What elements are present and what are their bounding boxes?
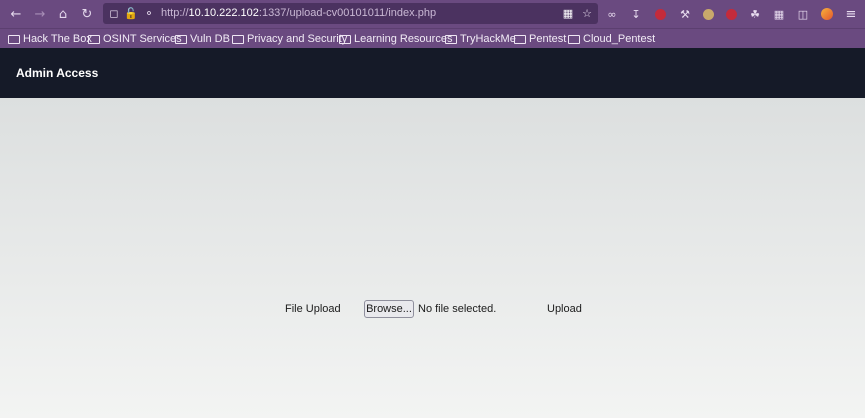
bookmark-hack-the-box[interactable]: Hack The Box bbox=[8, 29, 92, 49]
address-bar[interactable]: ◻ 🔓 ⚬ http://10.10.222.102:1337/upload-c… bbox=[103, 3, 598, 24]
reload-icon[interactable]: ↻ bbox=[77, 4, 97, 24]
download-icon[interactable]: ↧ bbox=[627, 5, 645, 23]
folder-icon bbox=[88, 34, 100, 44]
url-host: 10.10.222.102 bbox=[188, 7, 259, 19]
mask-icon[interactable]: ∞ bbox=[603, 5, 621, 23]
no-file-selected-text: No file selected. bbox=[418, 303, 497, 315]
shield-icon[interactable]: ◻ bbox=[107, 5, 121, 22]
wrench-icon[interactable]: ⚒ bbox=[676, 5, 694, 23]
folder-icon bbox=[514, 34, 526, 44]
browser-toolbar: ← → ⌂ ↻ ◻ 🔓 ⚬ http://10.10.222.102:1337/… bbox=[0, 0, 865, 28]
puzzle-icon[interactable]: ◫ bbox=[794, 5, 812, 23]
lock-icon[interactable]: 🔓 bbox=[124, 5, 138, 22]
extension-icon[interactable] bbox=[699, 5, 717, 23]
bookmark-cloud-pentest[interactable]: Cloud_Pentest bbox=[568, 29, 655, 49]
app-header: Admin Access bbox=[0, 48, 865, 98]
bookmark-vuln-db[interactable]: Vuln DB bbox=[175, 29, 230, 49]
folder-icon bbox=[232, 34, 244, 44]
bookmarks-bar: Hack The Box OSINT Services Vuln DB Priv… bbox=[0, 28, 865, 49]
file-upload-label: File Upload bbox=[285, 303, 341, 315]
bookmark-label: TryHackMe bbox=[460, 33, 516, 45]
url-text[interactable]: http://10.10.222.102:1337/upload-cv00101… bbox=[161, 3, 436, 24]
extension-icon[interactable]: ☘ bbox=[746, 5, 764, 23]
folder-icon bbox=[175, 34, 187, 44]
bookmark-star-icon[interactable]: ☆ bbox=[580, 5, 594, 22]
bookmark-label: Privacy and Security bbox=[247, 33, 348, 45]
bookmark-privacy-and-security[interactable]: Privacy and Security bbox=[232, 29, 347, 49]
firefox-account-icon[interactable] bbox=[818, 5, 836, 23]
app-title: Admin Access bbox=[16, 66, 99, 80]
home-icon[interactable]: ⌂ bbox=[53, 4, 73, 24]
bookmark-tryhackme[interactable]: TryHackMe bbox=[445, 29, 516, 49]
bookmark-label: Learning Resources bbox=[354, 33, 453, 45]
menu-icon[interactable]: ≡ bbox=[842, 5, 860, 23]
folder-icon bbox=[445, 34, 457, 44]
key-icon[interactable]: ⚬ bbox=[142, 5, 156, 22]
ublock-icon[interactable] bbox=[651, 5, 669, 23]
bookmark-label: OSINT Services bbox=[103, 33, 182, 45]
main-content bbox=[0, 98, 865, 418]
bookmark-pentest[interactable]: Pentest bbox=[514, 29, 566, 49]
bookmark-label: Vuln DB bbox=[190, 33, 230, 45]
bookmark-label: Cloud_Pentest bbox=[583, 33, 656, 45]
qr-icon[interactable]: ▦ bbox=[561, 5, 575, 22]
upload-button[interactable]: Upload bbox=[547, 303, 582, 315]
url-prefix: http:// bbox=[161, 7, 189, 19]
forward-icon[interactable]: → bbox=[30, 4, 50, 24]
bookmark-osint-services[interactable]: OSINT Services bbox=[88, 29, 182, 49]
folder-icon bbox=[339, 34, 351, 44]
url-path: :1337/upload-cv00101011/index.php bbox=[258, 7, 437, 19]
folder-icon bbox=[568, 34, 580, 44]
browse-button[interactable]: Browse... bbox=[364, 300, 414, 318]
bookmark-label: Hack The Box bbox=[23, 33, 92, 45]
folder-icon bbox=[8, 34, 20, 44]
back-icon[interactable]: ← bbox=[6, 4, 26, 24]
bookmark-label: Pentest bbox=[529, 33, 567, 45]
bookmark-learning-resources[interactable]: Learning Resources bbox=[339, 29, 452, 49]
grid-icon[interactable]: ▦ bbox=[770, 5, 788, 23]
extension-icon[interactable] bbox=[722, 5, 740, 23]
